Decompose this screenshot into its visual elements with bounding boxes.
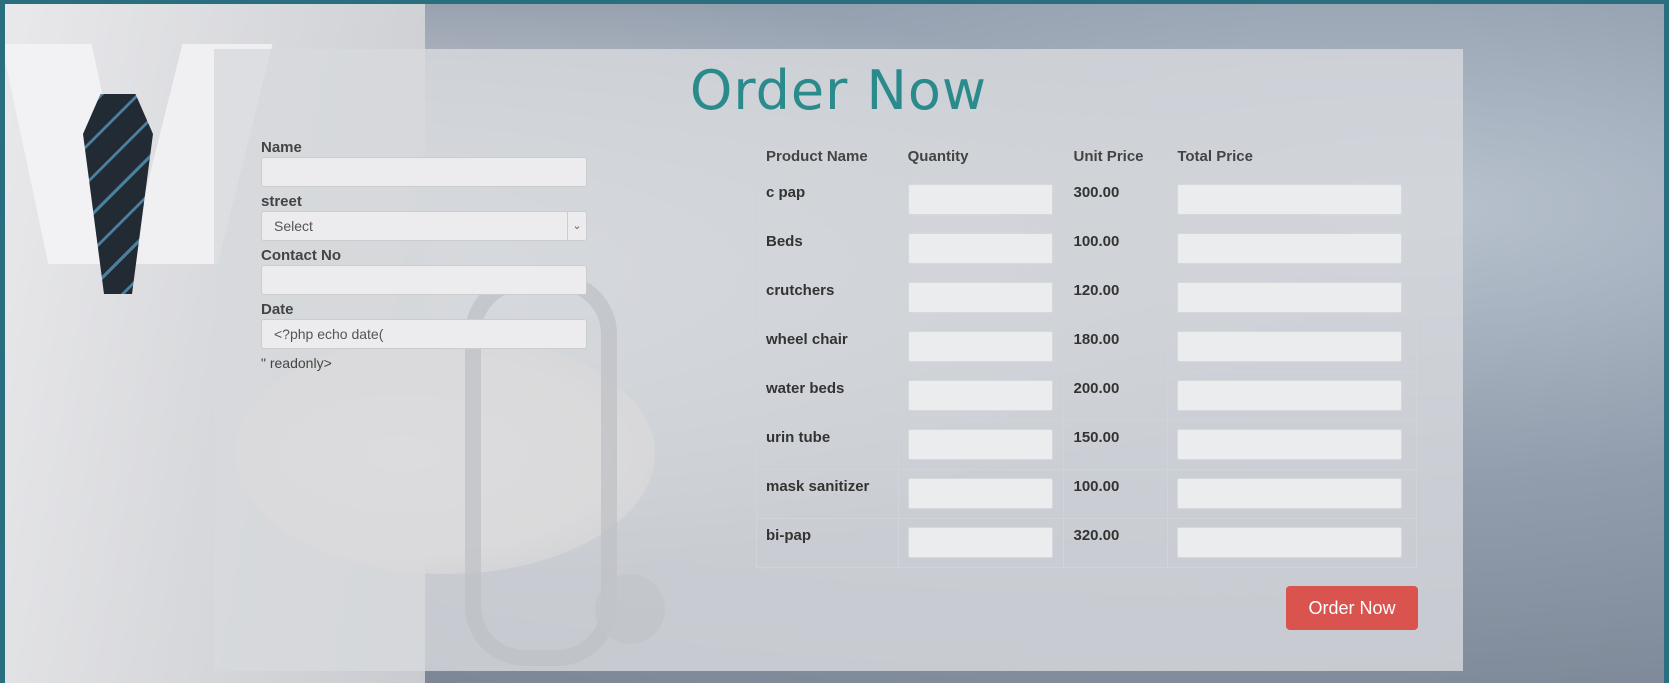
total-price-input[interactable] [1177,331,1403,362]
unit-price: 100.00 [1063,469,1169,519]
name-input[interactable] [261,157,587,187]
unit-price: 320.00 [1063,518,1169,568]
unit-price: 180.00 [1063,322,1169,372]
table-header-row: Product Name Quantity Unit Price Total P… [756,139,1417,176]
order-panel: Order Now Name street Select ⌄ Contact N… [214,49,1463,671]
table-row: crutchers 120.00 [756,273,1417,323]
date-label: Date [261,301,294,318]
quantity-input[interactable] [907,184,1053,215]
page-title: Order Now [689,59,988,122]
quantity-input[interactable] [907,331,1053,362]
header-unit-price: Unit Price [1063,139,1169,176]
customer-form: Name street Select ⌄ Contact No Date <?p… [261,139,591,371]
products-table: Product Name Quantity Unit Price Total P… [756,139,1417,568]
product-name: wheel chair [756,322,899,372]
total-price-input[interactable] [1177,380,1403,411]
total-price-input[interactable] [1177,478,1403,509]
street-select[interactable]: Select ⌄ [261,211,587,241]
table-row: bi-pap 320.00 [756,518,1417,568]
total-price-input[interactable] [1177,282,1403,313]
date-stray-text: " readonly> [261,355,332,371]
contact-label: Contact No [261,247,341,264]
table-row: mask sanitizer 100.00 [756,469,1417,519]
quantity-input[interactable] [907,380,1053,411]
quantity-input[interactable] [907,282,1053,313]
product-name: Beds [756,224,899,274]
name-label: Name [261,139,302,156]
quantity-input[interactable] [907,233,1053,264]
unit-price: 120.00 [1063,273,1169,323]
chevron-down-icon: ⌄ [567,212,586,240]
order-now-button[interactable]: Order Now [1286,586,1418,630]
product-name: urin tube [756,420,899,470]
unit-price: 300.00 [1063,175,1169,225]
total-price-input[interactable] [1177,429,1403,460]
unit-price: 100.00 [1063,224,1169,274]
header-product-name: Product Name [756,139,899,176]
quantity-input[interactable] [907,429,1053,460]
table-row: wheel chair 180.00 [756,322,1417,372]
product-name: mask sanitizer [756,469,899,519]
product-name: bi-pap [756,518,899,568]
date-input[interactable]: <?php echo date( [261,319,587,349]
total-price-input[interactable] [1177,233,1403,264]
table-row: water beds 200.00 [756,371,1417,421]
total-price-input[interactable] [1177,527,1403,558]
total-price-input[interactable] [1177,184,1403,215]
product-name: crutchers [756,273,899,323]
street-label: street [261,193,302,210]
contact-input[interactable] [261,265,587,295]
unit-price: 150.00 [1063,420,1169,470]
quantity-input[interactable] [907,478,1053,509]
quantity-input[interactable] [907,527,1053,558]
unit-price: 200.00 [1063,371,1169,421]
header-quantity: Quantity [897,139,1065,176]
table-row: urin tube 150.00 [756,420,1417,470]
header-total-price: Total Price [1167,139,1417,176]
table-row: Beds 100.00 [756,224,1417,274]
street-select-value: Select [274,218,313,234]
table-row: c pap 300.00 [756,175,1417,225]
product-name: c pap [756,175,899,225]
product-name: water beds [756,371,899,421]
